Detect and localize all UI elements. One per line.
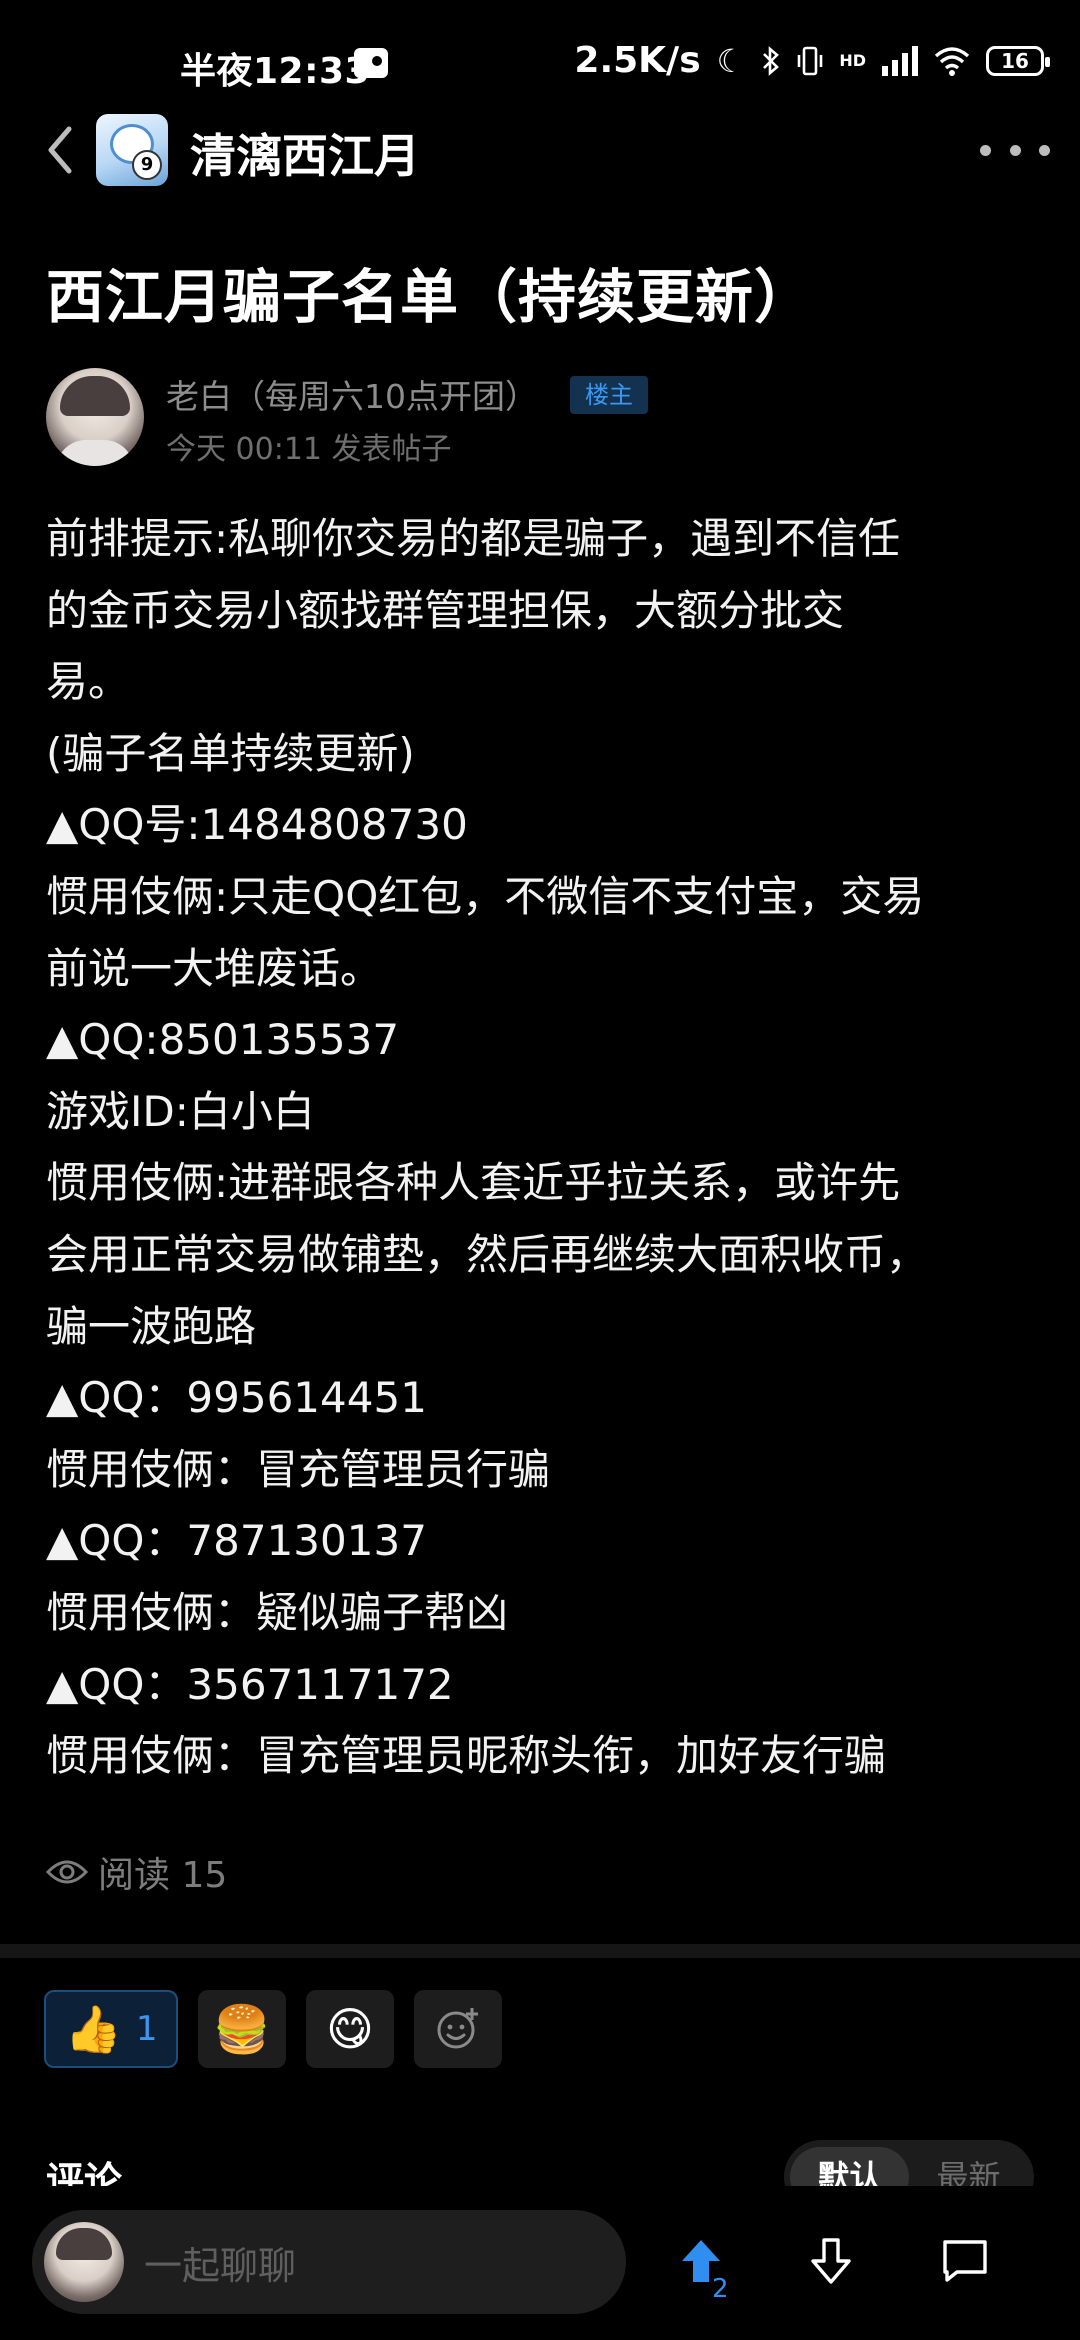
upvote-button[interactable] [656, 2216, 746, 2306]
notification-icon [354, 48, 388, 78]
wifi-icon [934, 46, 970, 76]
post-line: (骗子名单持续更新) [46, 728, 415, 778]
back-arrow-icon [48, 126, 72, 174]
user-avatar [44, 2222, 124, 2302]
post-line: 前排提示:私聊你交易的都是骗子，遇到不信任 [46, 514, 901, 563]
post-line: 骗一波跑路 [46, 1301, 257, 1351]
post-line: 惯用伎俩:进群跟各种人套近乎拉关系，或许先 [46, 1158, 901, 1208]
post-line: 的金币交易小额找群管理担保，大额分批交 [46, 585, 845, 635]
post-body: 前排提示:私聊你交易的都是骗子，遇到不信任 的金币交易小额找群管理担保，大额分批… [46, 503, 1046, 1792]
post-line: ▲QQ：995614451 [46, 1373, 427, 1423]
post-timestamp: 今天 00:11 发表帖子 [166, 432, 452, 467]
hd-indicator: HD [839, 50, 866, 70]
yum-reaction-button[interactable]: 😋 [306, 1990, 394, 2068]
post-line: 前说一大堆废话。 [46, 943, 383, 993]
add-emoji-icon [437, 2008, 478, 2049]
author-name[interactable]: 老白（每周六10点开团） [166, 370, 538, 418]
avatar-hair [56, 2228, 112, 2260]
author-avatar[interactable] [46, 368, 144, 466]
comment-input[interactable]: 一起聊聊 [32, 2210, 626, 2314]
post-line: ▲QQ号:1484808730 [46, 800, 468, 850]
comment-button[interactable] [920, 2216, 1010, 2306]
post-line: 易。 [46, 657, 131, 707]
post-line: 惯用伎俩：疑似骗子帮凶 [46, 1587, 509, 1637]
post-line: 惯用伎俩:只走QQ红包，不微信不支付宝，交易 [46, 871, 925, 921]
thumbs-up-icon: 👍 [64, 2001, 122, 2056]
group-avatar-badge: 9 [132, 150, 162, 180]
more-dot-icon [1009, 144, 1021, 156]
avatar-hair [60, 376, 130, 416]
status-bar: 半夜12:33 2.5K/s ☾ HD 16 [0, 0, 1080, 124]
moon-icon: ☾ [716, 41, 746, 80]
post-title: 西江月骗子名单（持续更新） [46, 263, 814, 331]
bluetooth-icon [763, 45, 780, 76]
reaction-row: 👍 1 🍔 😋 [44, 1990, 502, 2070]
burger-icon: 🍔 [213, 2001, 271, 2056]
downvote-arrow-icon [811, 2238, 851, 2284]
nav-bar: 9 清漓西江月 [0, 110, 1080, 190]
owner-badge: 楼主 [570, 376, 648, 414]
like-count: 1 [135, 2009, 158, 2049]
battery-icon: 16 [986, 45, 1050, 76]
more-dot-icon [980, 144, 991, 156]
read-count: 阅读 15 [46, 1846, 227, 1898]
status-time: 半夜12:33 [180, 51, 371, 92]
burger-reaction-button[interactable]: 🍔 [198, 1990, 286, 2068]
vibrate-icon [798, 46, 823, 75]
section-divider [0, 1944, 1080, 1958]
network-speed: 2.5K/s [574, 40, 701, 81]
post-line: 会用正常交易做铺垫，然后再继续大面积收币， [46, 1229, 929, 1279]
upvote-count: 2 [712, 2274, 729, 2304]
more-dot-icon [1039, 144, 1050, 156]
bottom-action-bar: 一起聊聊 2 [0, 2186, 1080, 2340]
post-line: 惯用伎俩：冒充管理员行骗 [46, 1444, 551, 1494]
post-line: 惯用伎俩：冒充管理员昵称头衔，加好友行骗 [46, 1731, 887, 1781]
like-reaction-button[interactable]: 👍 1 [44, 1990, 178, 2068]
comment-placeholder: 一起聊聊 [144, 2243, 297, 2288]
signal-icon [882, 45, 918, 76]
post-line: ▲QQ：787130137 [46, 1516, 427, 1566]
eye-icon [46, 1860, 88, 1884]
status-indicators: 2.5K/s ☾ HD 16 [574, 40, 1050, 81]
read-count-label: 阅读 15 [98, 1855, 228, 1896]
group-name[interactable]: 清漓西江月 [190, 120, 420, 186]
add-reaction-button[interactable] [414, 1990, 502, 2068]
more-options-button[interactable] [980, 130, 1050, 170]
post-line: ▲QQ:850135537 [46, 1015, 400, 1065]
group-avatar[interactable]: 9 [96, 114, 168, 186]
back-button[interactable] [30, 120, 90, 180]
post-line: ▲QQ：3567117172 [46, 1659, 454, 1709]
avatar-shirt [56, 440, 134, 466]
downvote-button[interactable] [786, 2216, 876, 2306]
yum-face-icon: 😋 [326, 2002, 374, 2056]
comment-bubble-icon [943, 2240, 987, 2282]
post-line: 游戏ID:白小白 [46, 1086, 315, 1136]
